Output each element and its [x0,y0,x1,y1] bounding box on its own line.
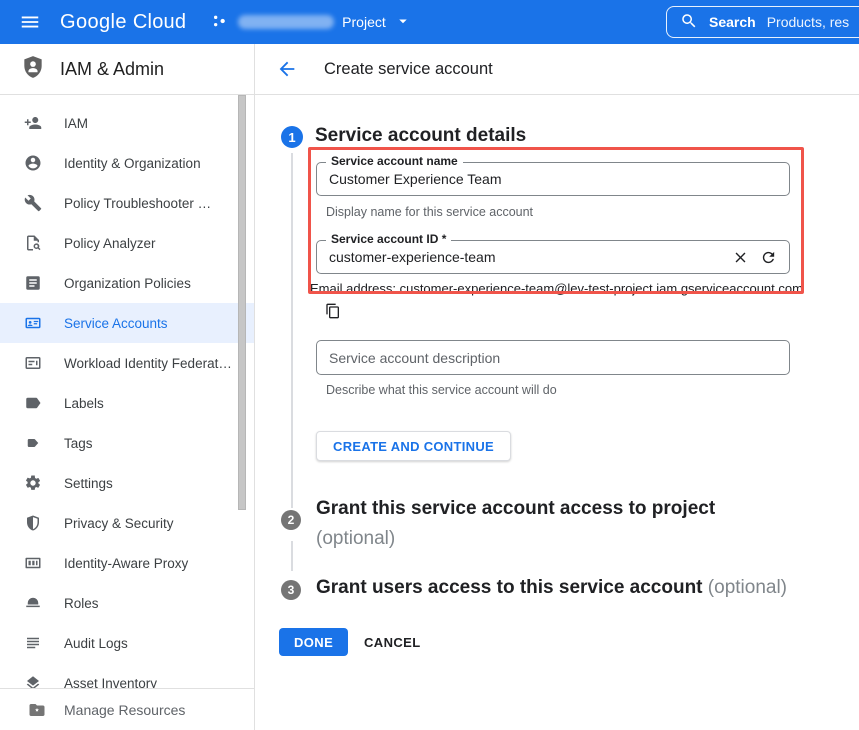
id-card-icon [24,354,42,372]
sidebar-item-settings[interactable]: Settings [0,463,254,503]
step-connector-line [291,153,293,508]
service-account-id-field: Service account ID * [316,240,790,274]
sidebar: IAM Identity & Organization Policy Trouble… [0,95,255,730]
step-3-optional-text: (optional) [708,577,787,598]
sidebar-item-identity-aware-proxy[interactable]: Identity-Aware Proxy [0,543,254,583]
service-account-icon [24,314,42,332]
global-search-input[interactable]: Search Products, res [666,6,859,38]
account-circle-icon [24,154,42,172]
project-suffix-label: Project [342,14,386,30]
sidebar-item-privacy-security[interactable]: Privacy & Security [0,503,254,543]
hard-hat-icon [24,594,42,612]
page-title: Create service account [324,60,493,79]
step-2-title-text: Grant this service account access to pro… [316,498,715,519]
done-button[interactable]: DONE [279,628,348,656]
sidebar-item-workload-identity-federat[interactable]: Workload Identity Federat… [0,343,254,383]
sidebar-scrollbar[interactable] [238,95,246,510]
shield-half-icon [24,514,42,532]
tag-icon [24,434,42,452]
step-2-optional-text: (optional) [316,524,715,554]
project-switcher[interactable]: Project [210,11,412,34]
sidebar-item-labels[interactable]: Labels [0,383,254,423]
sidebar-item-label: Organization Policies [64,276,191,291]
logo-google-text: Google [60,11,127,34]
service-account-id-label: Service account ID * [326,232,451,246]
google-cloud-logo[interactable]: Google Cloud [60,11,186,34]
cancel-button[interactable]: CANCEL [350,628,435,656]
email-address-text: Email address: customer-experience-team@… [310,281,803,296]
sidebar-item-policy-analyzer[interactable]: Policy Analyzer [0,223,254,263]
gear-icon [24,474,42,492]
hamburger-menu-icon[interactable] [18,10,42,34]
service-account-description-input[interactable] [317,341,789,374]
clear-icon[interactable] [731,248,749,266]
logo-cloud-text: Cloud [133,11,186,34]
back-arrow-icon[interactable] [275,57,299,81]
step-connector-line-2 [291,541,293,571]
sidebar-item-label: Policy Analyzer [64,236,156,251]
service-account-name-field: Service account name [316,162,790,196]
service-account-description-field [316,340,790,375]
article-icon [24,274,42,292]
step-3-title-text: Grant users access to this service accou… [316,577,703,598]
iam-admin-shield-icon [20,54,46,85]
person-add-icon [24,114,42,132]
sidebar-item-label: Labels [64,396,104,411]
sidebar-item-label: Identity & Organization [64,156,201,171]
sidebar-item-roles[interactable]: Roles [0,583,254,623]
sidebar-item-tags[interactable]: Tags [0,423,254,463]
sidebar-item-label: Workload Identity Federat… [64,356,232,371]
sidebar-item-label: Policy Troubleshooter … [64,196,211,211]
copy-icon[interactable] [325,303,341,319]
search-label: Search [709,14,756,30]
app-window: Google Cloud Project Search Products, re… [0,0,859,730]
step-3-title: Grant users access to this service accou… [316,577,787,599]
sidebar-item-label: Service Accounts [64,316,168,331]
chevron-down-icon [394,12,412,33]
sidebar-item-policy-troubleshooter[interactable]: Policy Troubleshooter … [0,183,254,223]
wrench-icon [24,194,42,212]
create-and-continue-button[interactable]: CREATE AND CONTINUE [316,431,511,461]
description-helper-text: Describe what this service account will … [326,383,557,397]
page-header-right: Create service account [255,44,859,94]
step-1-title: Service account details [315,125,526,147]
sidebar-footer-label: Manage Resources [64,702,185,718]
sidebar-item-label: Roles [64,596,99,611]
step-2-badge: 2 [281,510,301,530]
folder-gear-icon [28,701,46,719]
project-name-redacted [238,15,334,29]
sidebar-item-iam[interactable]: IAM [0,103,254,143]
sidebar-item-audit-logs[interactable]: Audit Logs [0,623,254,663]
sidebar-item-organization-policies[interactable]: Organization Policies [0,263,254,303]
refresh-icon[interactable] [759,248,777,266]
search-icon [680,12,698,33]
list-lines-icon [24,634,42,652]
sidebar-item-label: Privacy & Security [64,516,174,531]
sidebar-item-label: Audit Logs [64,636,128,651]
sidebar-item-label: Identity-Aware Proxy [64,556,188,571]
step-1-badge: 1 [281,126,303,148]
top-app-bar: Google Cloud Project Search Products, re… [0,0,859,44]
sidebar-item-identity-organization[interactable]: Identity & Organization [0,143,254,183]
step-3-badge: 3 [281,580,301,600]
product-header: IAM & Admin [0,44,255,94]
product-title: IAM & Admin [60,59,164,80]
sidebar-item-label: Tags [64,436,93,451]
main-content: 1 Service account details Service accoun… [255,95,859,730]
page-header: IAM & Admin Create service account [0,44,859,95]
sidebar-item-service-accounts[interactable]: Service Accounts [0,303,254,343]
label-icon [24,394,42,412]
step-2-title: Grant this service account access to pro… [316,494,715,554]
sidebar-nav: IAM Identity & Organization Policy Trouble… [0,95,254,703]
sidebar-item-label: IAM [64,116,88,131]
doc-search-icon [24,234,42,252]
sidebar-item-label: Settings [64,476,113,491]
service-account-name-label: Service account name [326,154,463,168]
name-helper-text: Display name for this service account [326,205,533,219]
project-icon [210,11,230,34]
search-hint: Products, res [767,14,849,30]
sidebar-item-manage-resources[interactable]: Manage Resources [0,688,254,730]
proxy-card-icon [24,554,42,572]
